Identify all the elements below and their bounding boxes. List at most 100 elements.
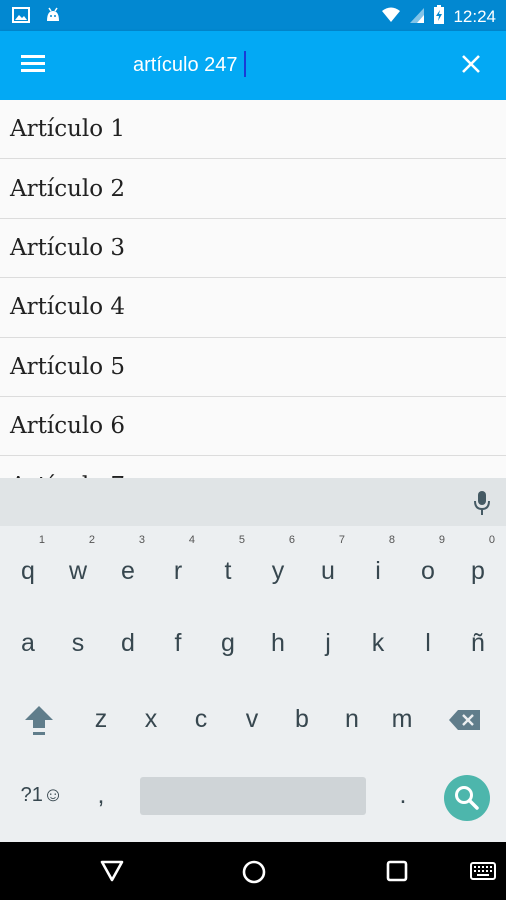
recents-button[interactable] (385, 859, 409, 887)
key-label: c (194, 705, 208, 733)
key-label: a (21, 629, 35, 657)
list-item[interactable]: Artículo 3 (0, 219, 506, 279)
key-label: x (144, 705, 158, 733)
key-w[interactable]: 2w (55, 532, 101, 588)
key-hint: 4 (188, 534, 195, 546)
shift-key[interactable] (16, 692, 62, 748)
key-label: j (325, 629, 331, 657)
list-item[interactable]: Artículo 2 (0, 159, 506, 219)
key-g[interactable]: g (205, 616, 251, 672)
menu-button[interactable] (20, 53, 50, 79)
key-d[interactable]: d (105, 616, 151, 672)
hamburger-icon (21, 55, 45, 72)
key-y[interactable]: 6y (255, 532, 301, 588)
key-label: d (121, 629, 135, 657)
key-label: i (375, 557, 381, 585)
switch-keyboard-button[interactable] (470, 861, 496, 885)
key-x[interactable]: x (128, 692, 174, 748)
keyboard-icon (470, 862, 496, 880)
key-label: ?1☺ (20, 784, 64, 806)
search-action-key[interactable] (444, 775, 490, 821)
clear-search-button[interactable] (460, 53, 484, 77)
home-circle-icon (242, 860, 266, 884)
key-label: s (71, 629, 85, 657)
key-hint: 3 (138, 534, 145, 546)
key-s[interactable]: s (55, 616, 101, 672)
keyboard-row-2: a s d f g h j k l ñ (0, 616, 506, 676)
close-icon (462, 55, 480, 73)
list-item[interactable]: Artículo 7 (0, 456, 506, 478)
key-v[interactable]: v (229, 692, 275, 748)
space-key[interactable] (140, 777, 366, 815)
key-f[interactable]: f (155, 616, 201, 672)
clock: 12:24 (453, 7, 496, 26)
key-hint: 5 (238, 534, 245, 546)
list-item[interactable]: Artículo 4 (0, 278, 506, 338)
key-label: m (391, 705, 413, 733)
app-bar: artículo 247 (0, 31, 506, 100)
key-label: v (245, 705, 259, 733)
status-bar: 12:24 (0, 0, 506, 31)
key-o[interactable]: 9o (405, 532, 451, 588)
voice-input-button[interactable] (472, 489, 492, 517)
key-c[interactable]: c (178, 692, 224, 748)
wifi-icon (381, 6, 401, 28)
android-notification-icon (44, 6, 62, 28)
key-a[interactable]: a (5, 616, 51, 672)
microphone-icon (474, 491, 490, 515)
key-r[interactable]: 4r (155, 532, 201, 588)
key-label: y (271, 557, 285, 585)
key-p[interactable]: 0p (455, 532, 501, 588)
key-hint: 7 (338, 534, 345, 546)
key-label: n (345, 705, 359, 733)
search-icon (455, 786, 479, 810)
keyboard-row-3: z x c v b n m (0, 692, 506, 752)
battery-charging-icon (433, 5, 445, 29)
key-label: , (97, 781, 105, 809)
backspace-icon (449, 710, 480, 730)
shift-icon (25, 706, 53, 735)
key-label: u (321, 557, 335, 585)
search-input-value: artículo 247 (133, 54, 238, 76)
key-label: w (68, 557, 88, 585)
key-z[interactable]: z (78, 692, 124, 748)
list-item[interactable]: Artículo 5 (0, 338, 506, 397)
home-button[interactable] (241, 859, 267, 889)
back-button[interactable] (99, 859, 125, 887)
key-hint: 6 (288, 534, 295, 546)
key-label: z (94, 705, 108, 733)
key-period[interactable]: . (380, 774, 426, 830)
key-hint: 8 (388, 534, 395, 546)
key-l[interactable]: l (405, 616, 451, 672)
key-q[interactable]: 1q (5, 532, 51, 588)
key-label: k (371, 629, 385, 657)
key-h[interactable]: h (255, 616, 301, 672)
navigation-bar (0, 842, 506, 900)
key-hint: 9 (438, 534, 445, 546)
key-n[interactable]: n (329, 692, 375, 748)
key-label: p (471, 557, 485, 585)
key-label: t (224, 557, 232, 585)
key-u[interactable]: 7u (305, 532, 351, 588)
image-notification-icon (12, 7, 30, 27)
key-t[interactable]: 5t (205, 532, 251, 588)
symbols-key[interactable]: ?1☺ (12, 774, 72, 830)
key-k[interactable]: k (355, 616, 401, 672)
soft-keyboard: 1q 2w 3e 4r 5t 6y 7u 8i 9o 0p a s d f g … (0, 478, 506, 842)
key-comma[interactable]: , (78, 774, 124, 830)
key-e[interactable]: 3e (105, 532, 151, 588)
search-input[interactable]: artículo 247 (133, 51, 246, 77)
key-enye[interactable]: ñ (455, 616, 501, 672)
key-m[interactable]: m (379, 692, 425, 748)
key-j[interactable]: j (305, 616, 351, 672)
key-label: l (425, 629, 431, 657)
backspace-key[interactable] (442, 692, 488, 748)
recents-square-icon (386, 860, 408, 882)
key-b[interactable]: b (279, 692, 325, 748)
key-label: e (121, 557, 135, 585)
key-label: o (421, 557, 435, 585)
key-label: b (295, 705, 309, 733)
list-item[interactable]: Artículo 6 (0, 397, 506, 457)
key-i[interactable]: 8i (355, 532, 401, 588)
list-item[interactable]: Artículo 1 (0, 100, 506, 160)
